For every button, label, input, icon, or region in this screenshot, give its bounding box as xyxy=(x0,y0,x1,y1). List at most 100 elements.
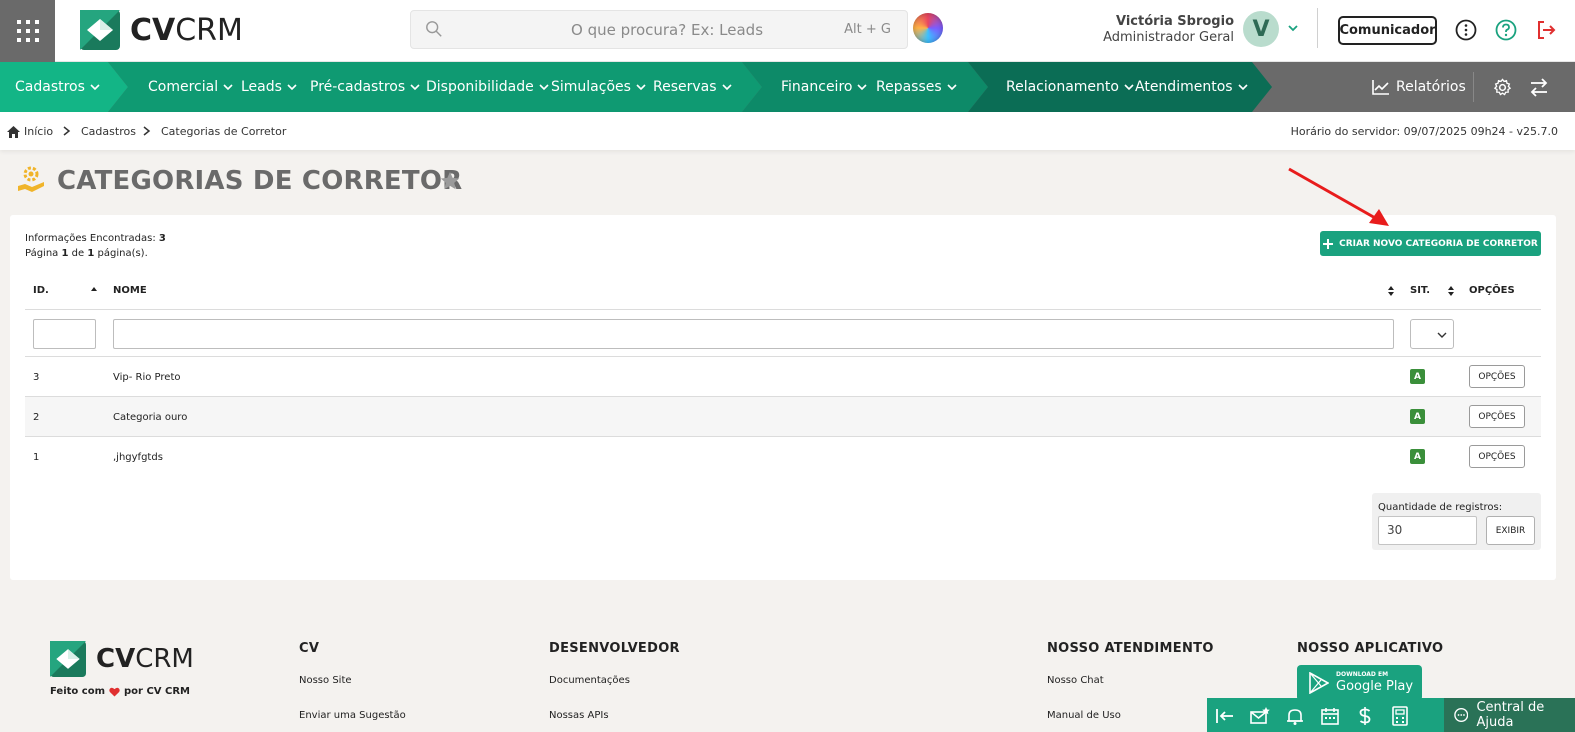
nav-financeiro[interactable]: Financeiro xyxy=(781,62,868,112)
grid-menu-icon[interactable] xyxy=(0,0,55,62)
more-vertical-icon[interactable] xyxy=(1455,19,1477,41)
plus-icon xyxy=(1323,238,1334,249)
server-time: Horário do servidor: 09/07/2025 09h24 - … xyxy=(1290,125,1558,138)
chevron-down-icon[interactable] xyxy=(1287,22,1299,34)
footer-link-chat[interactable]: Nosso Chat xyxy=(1047,675,1104,686)
nav-cadastros[interactable]: Cadastros xyxy=(15,62,100,112)
column-header-name[interactable]: NOME xyxy=(113,285,147,296)
footer-link-site[interactable]: Nosso Site xyxy=(299,675,352,686)
row-options-button[interactable]: OPÇÕES xyxy=(1469,445,1525,468)
header-divider xyxy=(1317,8,1318,48)
chevron-down-icon xyxy=(1124,84,1134,91)
nav-reports[interactable]: Relatórios xyxy=(1372,62,1466,112)
column-header-id[interactable]: ID. xyxy=(33,285,49,296)
logo-wordmark: CVCRM xyxy=(130,12,243,48)
swap-icon[interactable] xyxy=(1529,78,1549,97)
help-center-button[interactable]: Central de Ajuda xyxy=(1444,698,1575,732)
cell-name: Vip- Rio Preto xyxy=(113,372,181,383)
chevron-down-icon xyxy=(947,84,957,91)
avatar[interactable]: V xyxy=(1243,11,1279,47)
nav-pre-cadastros[interactable]: Pré-cadastros xyxy=(310,62,420,112)
logout-icon[interactable] xyxy=(1535,19,1557,41)
cell-name: Categoria ouro xyxy=(113,412,188,423)
calculator-icon[interactable] xyxy=(1390,706,1410,726)
made-with-love: Feito com por CV CRM xyxy=(50,686,190,697)
nav-leads[interactable]: Leads xyxy=(241,62,297,112)
table-row: 2 Categoria ouro A OPÇÕES xyxy=(25,397,1541,437)
create-category-button[interactable]: CRIAR NOVO CATEGORIA DE CORRETOR xyxy=(1320,231,1541,256)
collapse-left-icon[interactable] xyxy=(1215,706,1235,726)
gplay-label: Google Play xyxy=(1336,679,1414,694)
sort-icon[interactable] xyxy=(1447,286,1455,296)
dollar-icon[interactable] xyxy=(1355,706,1375,726)
cell-name: ,jhgyfgtds xyxy=(113,452,163,463)
ai-assistant-icon[interactable] xyxy=(913,13,943,43)
annotation-arrow-icon xyxy=(1288,167,1389,226)
filter-id-input[interactable] xyxy=(33,319,96,349)
search-placeholder: O que procura? Ex: Leads xyxy=(571,21,764,39)
main-nav: Cadastros Comercial Leads Pré-cadastros … xyxy=(0,62,1575,112)
column-header-options: OPÇÕES xyxy=(1469,285,1515,296)
chevron-down-icon xyxy=(223,84,233,91)
gear-icon[interactable] xyxy=(1493,78,1512,97)
nav-repasses[interactable]: Repasses xyxy=(876,62,957,112)
footer-link-manual[interactable]: Manual de Uso xyxy=(1047,710,1121,721)
cell-id: 2 xyxy=(33,412,40,423)
heart-icon xyxy=(109,687,120,697)
breadcrumb-cadastros[interactable]: Cadastros xyxy=(81,125,136,138)
cvcrm-logo-mark xyxy=(50,641,86,677)
row-options-button[interactable]: OPÇÕES xyxy=(1469,405,1525,428)
chevron-down-icon xyxy=(857,84,868,91)
nav-reservas[interactable]: Reservas xyxy=(653,62,732,112)
star-icon[interactable] xyxy=(439,170,461,192)
sort-icon[interactable] xyxy=(1387,286,1395,296)
header-divider xyxy=(25,309,1541,310)
table-row: 1 ,jhgyfgtds A OPÇÕES xyxy=(25,437,1541,477)
calendar-icon[interactable] xyxy=(1320,706,1340,726)
cell-id: 1 xyxy=(33,452,40,463)
chevron-down-icon xyxy=(90,84,100,91)
breadcrumb-home[interactable]: Início xyxy=(7,125,53,138)
footer-heading-app: NOSSO APLICATIVO xyxy=(1297,641,1444,656)
mail-star-icon[interactable] xyxy=(1250,706,1270,726)
google-play-button[interactable]: DOWNLOAD EM Google Play xyxy=(1297,665,1422,701)
status-badge: A xyxy=(1410,369,1425,384)
cvcrm-logo[interactable]: CVCRM xyxy=(80,10,243,50)
footer-heading-cv: CV xyxy=(299,641,320,656)
user-role: Administrador Geral xyxy=(1103,30,1234,45)
quick-actions-dock xyxy=(1207,698,1444,732)
nav-relacionamento[interactable]: Relacionamento xyxy=(1006,62,1134,112)
chevron-down-icon xyxy=(539,84,549,91)
results-info: Informações Encontradas: 3 Página 1 de 1… xyxy=(25,233,166,259)
nav-simulacoes[interactable]: Simulações xyxy=(551,62,646,112)
nav-divider xyxy=(1473,72,1474,102)
status-badge: A xyxy=(1410,409,1425,424)
list-card: Informações Encontradas: 3 Página 1 de 1… xyxy=(10,215,1556,580)
sort-asc-icon[interactable] xyxy=(90,285,98,295)
chevron-down-icon xyxy=(1437,332,1447,338)
bell-icon[interactable] xyxy=(1285,706,1305,726)
filter-status-select[interactable] xyxy=(1410,319,1454,349)
footer-link-docs[interactable]: Documentações xyxy=(549,675,630,686)
row-options-button[interactable]: OPÇÕES xyxy=(1469,365,1525,388)
nav-comercial[interactable]: Comercial xyxy=(148,62,233,112)
show-button[interactable]: EXIBIR xyxy=(1486,516,1535,545)
global-search[interactable]: O que procura? Ex: Leads Alt + G xyxy=(410,10,908,49)
chevron-right-icon xyxy=(63,126,71,136)
chevron-down-icon xyxy=(410,84,420,91)
nav-atendimentos[interactable]: Atendimentos xyxy=(1135,62,1248,112)
footer-link-suggestion[interactable]: Enviar uma Sugestão xyxy=(299,710,406,721)
cell-id: 3 xyxy=(33,372,40,383)
cvcrm-logo-mark xyxy=(80,10,120,50)
filter-name-input[interactable] xyxy=(113,319,1394,349)
footer-link-apis[interactable]: Nossas APIs xyxy=(549,710,609,721)
breadcrumb-current: Categorias de Corretor xyxy=(161,125,287,138)
footer-logo[interactable]: CVCRM xyxy=(50,641,194,677)
records-input[interactable]: 30 xyxy=(1378,516,1477,545)
nav-disponibilidade[interactable]: Disponibilidade xyxy=(426,62,549,112)
communicator-button[interactable]: Comunicador xyxy=(1338,16,1437,45)
footer-heading-support: NOSSO ATENDIMENTO xyxy=(1047,641,1214,656)
column-header-status[interactable]: SIT. xyxy=(1410,285,1430,296)
search-icon xyxy=(426,21,442,37)
help-circle-icon[interactable] xyxy=(1495,19,1517,41)
